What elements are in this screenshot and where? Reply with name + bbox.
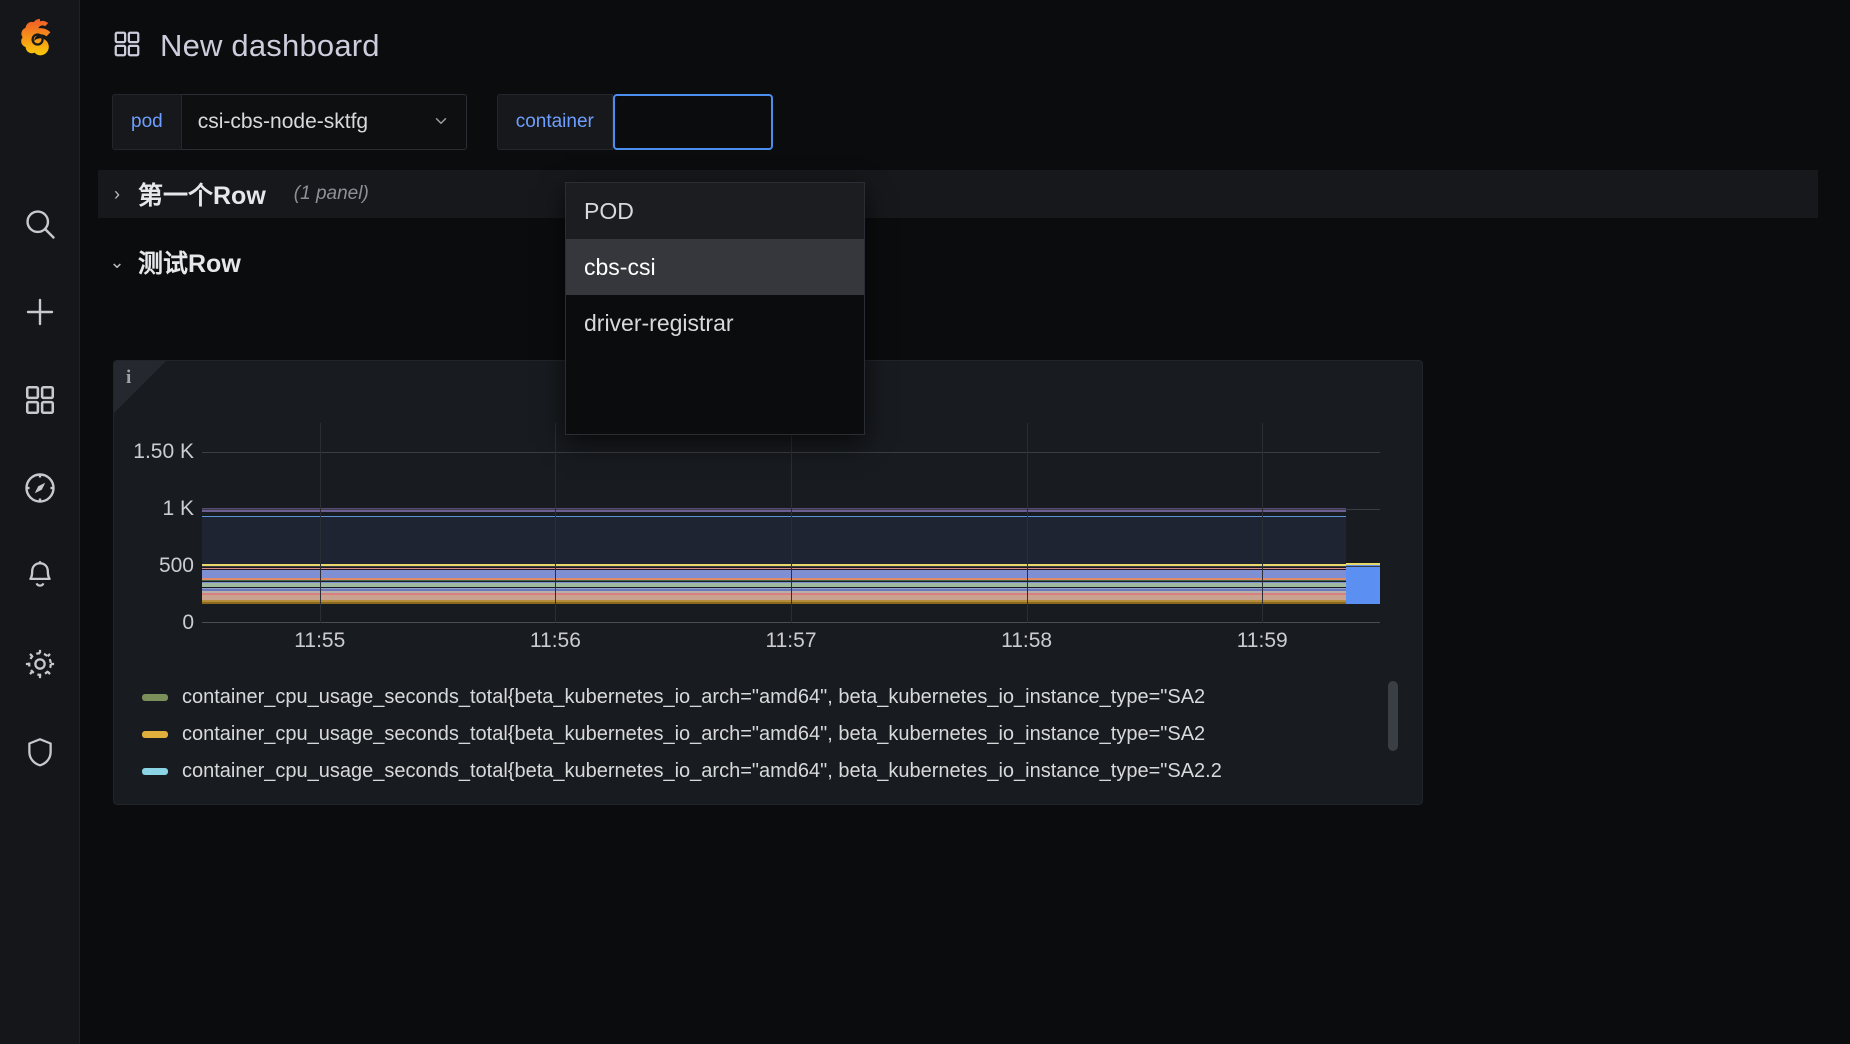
variable-options-dropdown[interactable]: POD cbs-csi driver-registrar xyxy=(565,182,865,435)
legend-color-swatch xyxy=(142,731,168,738)
search-icon[interactable] xyxy=(0,180,80,268)
variable-label-container[interactable]: container xyxy=(496,94,613,150)
row-panel-count-1: (1 panel) xyxy=(293,183,369,204)
dropdown-option-0[interactable]: POD xyxy=(566,183,864,239)
y-tick-label: 500 xyxy=(158,553,194,577)
dropdown-option-1[interactable]: cbs-csi xyxy=(566,239,864,295)
dashboards-icon[interactable] xyxy=(0,356,80,444)
nav-icon-list xyxy=(0,180,80,796)
gridline-vertical xyxy=(555,423,557,623)
bell-icon[interactable] xyxy=(0,532,80,620)
x-tick-label: 11:59 xyxy=(1236,629,1288,652)
shield-icon[interactable] xyxy=(0,708,80,796)
dashboard-row-header-2[interactable]: ⌄ 测试Row xyxy=(98,238,1818,286)
y-tick-label: 0 xyxy=(182,611,194,634)
variable-value-pod: csi-cbs-node-sktfg xyxy=(197,110,369,133)
grafana-dashboard-page: New dashboard pod csi-cbs-node-sktfg con… xyxy=(0,0,1850,1044)
variable-picker-pod[interactable]: csi-cbs-node-sktfg xyxy=(181,94,467,150)
y-tick-label: 1 K xyxy=(162,496,194,520)
chart-legend[interactable]: container_cpu_usage_seconds_total{beta_k… xyxy=(142,679,1400,791)
legend-item[interactable]: container_cpu_usage_seconds_total{beta_k… xyxy=(142,753,1400,790)
plot-region xyxy=(202,423,1380,623)
row-title-1: 第一个Row xyxy=(138,182,266,210)
x-tick-label: 11:55 xyxy=(294,629,346,652)
legend-color-swatch xyxy=(142,694,168,701)
gear-icon[interactable] xyxy=(0,620,80,708)
series-band xyxy=(202,515,1346,564)
legend-item[interactable]: container_cpu_usage_seconds_total{beta_k… xyxy=(142,679,1400,716)
gridline-vertical xyxy=(791,423,792,623)
series-band xyxy=(202,510,1346,512)
y-axis-labels: 0 500 1 K 1.50 K xyxy=(114,423,202,634)
template-variable-bar: pod csi-cbs-node-sktfg container xyxy=(80,64,1850,150)
legend-scrollbar[interactable] xyxy=(1388,681,1398,751)
gridline-vertical xyxy=(319,423,321,623)
x-tick-label: 11:56 xyxy=(529,629,581,652)
variable-container: container xyxy=(496,94,773,150)
series-band xyxy=(202,569,1346,579)
variable-label-pod[interactable]: pod xyxy=(112,94,182,150)
variable-pod: pod csi-cbs-node-sktfg xyxy=(112,94,467,150)
page-header: New dashboard xyxy=(80,0,1850,64)
compass-icon[interactable] xyxy=(0,444,80,532)
legend-label: container_cpu_usage_seconds_total{beta_k… xyxy=(182,723,1206,745)
page-title: New dashboard xyxy=(160,28,380,63)
dashboard-row-header-1[interactable]: › 第一个Row (1 panel) xyxy=(98,170,1818,218)
x-axis-labels: 11:55 11:56 11:57 11:58 11:59 xyxy=(202,629,1380,663)
plus-icon[interactable] xyxy=(0,268,80,356)
variable-input-container[interactable] xyxy=(612,94,773,150)
panel-corner-decoration xyxy=(114,361,166,413)
end-bar xyxy=(1346,565,1380,604)
gridline-vertical xyxy=(1262,423,1264,623)
grafana-logo-icon[interactable] xyxy=(0,0,80,80)
x-tick-label: 11:57 xyxy=(765,629,817,652)
chevron-down-icon-row: ⌄ xyxy=(109,251,125,272)
x-tick-label: 11:58 xyxy=(1001,629,1053,652)
legend-label: container_cpu_usage_seconds_total{beta_k… xyxy=(182,686,1206,708)
legend-item[interactable]: container_cpu_usage_seconds_total{beta_k… xyxy=(142,716,1400,753)
gridline-vertical xyxy=(1026,423,1028,623)
legend-label: container_cpu_usage_seconds_total{beta_k… xyxy=(182,760,1222,782)
dashboard-grid-icon xyxy=(112,29,142,64)
row-title-2: 测试Row xyxy=(138,250,241,278)
left-nav-rail xyxy=(0,0,80,1044)
info-icon[interactable]: i xyxy=(126,367,131,389)
series-band xyxy=(202,602,1346,604)
y-tick-label: 1.50 K xyxy=(133,439,194,463)
chart-area: 0 500 1 K 1.50 K 11:55 11:56 11:57 11:58 11:59 xyxy=(114,423,1422,673)
series-band xyxy=(202,516,1346,518)
chevron-down-icon xyxy=(432,112,450,132)
chevron-right-icon: › xyxy=(114,183,120,204)
legend-color-swatch xyxy=(142,768,168,775)
dropdown-option-2[interactable]: driver-registrar xyxy=(566,295,864,351)
